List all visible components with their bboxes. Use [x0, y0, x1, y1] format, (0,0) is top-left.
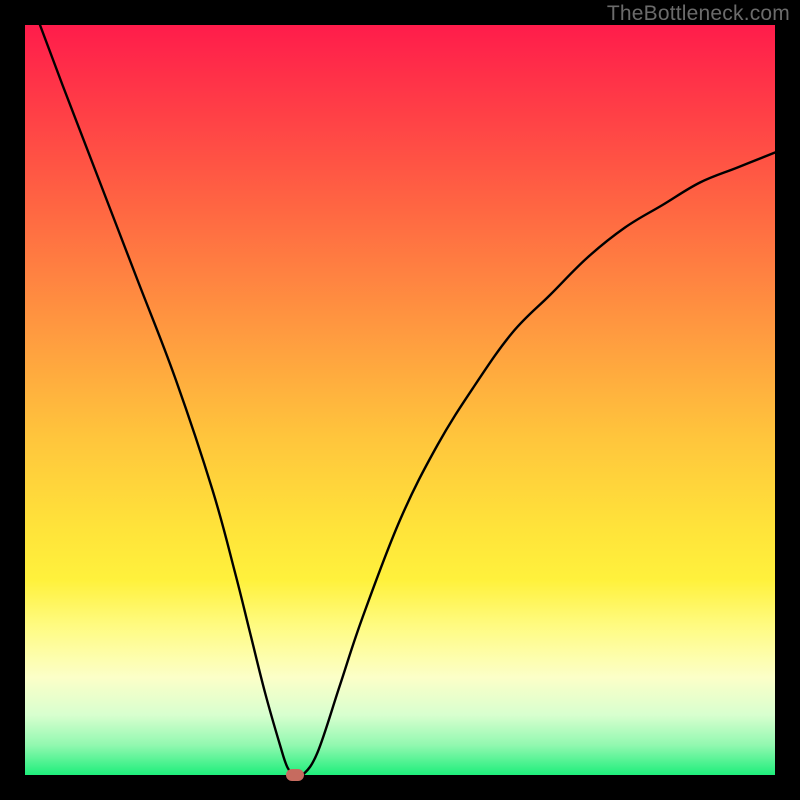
curve-svg [25, 25, 775, 775]
bottleneck-curve-line [40, 25, 775, 777]
chart-frame: TheBottleneck.com [0, 0, 800, 800]
plot-area [25, 25, 775, 775]
watermark-text: TheBottleneck.com [607, 2, 790, 26]
optimum-marker [286, 769, 304, 781]
